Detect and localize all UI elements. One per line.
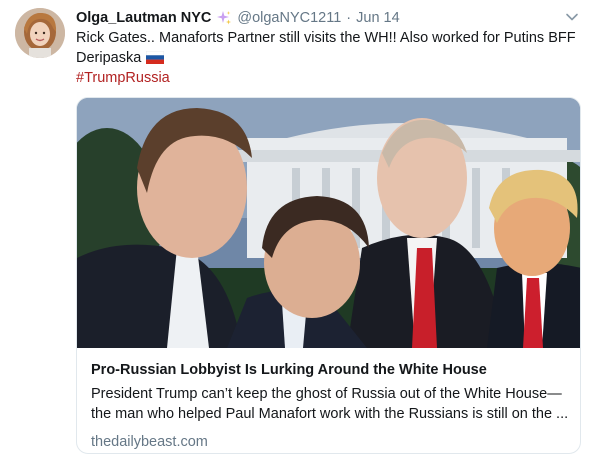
separator-dot: ·: [346, 10, 352, 26]
card-title[interactable]: Pro-Russian Lobbyist Is Lurking Around t…: [91, 360, 571, 380]
tweet-text-line: Rick Gates.. Manaforts Partner still vis…: [76, 30, 576, 46]
card-description-line: the man who helped Paul Manafort work wi…: [91, 406, 569, 422]
display-name[interactable]: Olga_Lautman NYC: [76, 10, 211, 26]
user-handle[interactable]: @olgaNYC1211: [237, 10, 341, 26]
tweet[interactable]: Olga_Lautman NYC @olgaNYC1211 · Jun 14 R…: [0, 0, 591, 466]
tweet-text-line: #TrumpRussia: [76, 68, 576, 88]
card-description-line: President Trump can’t keep the ghost of …: [91, 386, 562, 402]
avatar-photo: [15, 8, 65, 58]
tweet-text-word: Deripaska: [76, 50, 142, 66]
card-domain[interactable]: thedailybeast.com: [91, 432, 571, 452]
tweet-header: Olga_Lautman NYC @olgaNYC1211 · Jun 14: [76, 8, 400, 28]
hashtag-link[interactable]: #TrumpRussia: [76, 70, 170, 86]
russia-flag-icon: [146, 50, 165, 64]
sparkles-icon: [216, 10, 232, 26]
card-description: President Trump can’t keep the ghost of …: [91, 384, 571, 424]
card-body: Pro-Russian Lobbyist Is Lurking Around t…: [91, 360, 571, 452]
article-photo[interactable]: [77, 98, 581, 348]
link-card[interactable]: Pro-Russian Lobbyist Is Lurking Around t…: [76, 97, 581, 454]
avatar[interactable]: [15, 8, 65, 58]
tweet-timestamp[interactable]: Jun 14: [356, 10, 400, 26]
chevron-down-icon[interactable]: [565, 10, 579, 24]
tweet-text-line: Deripaska: [76, 48, 576, 68]
tweet-text: Rick Gates.. Manaforts Partner still vis…: [76, 28, 576, 88]
